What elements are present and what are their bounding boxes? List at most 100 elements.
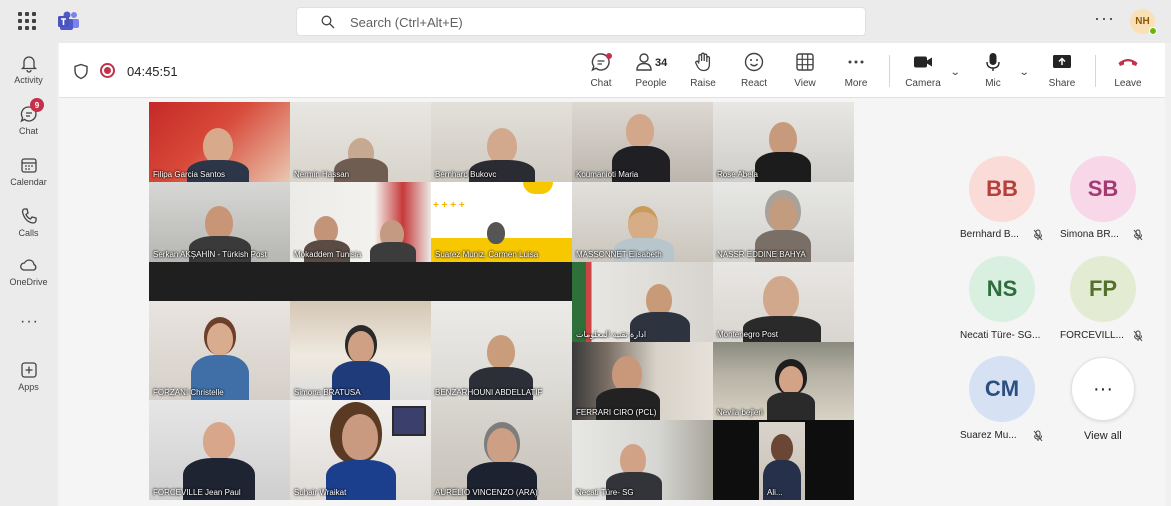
participant-name: BENZARHOUNI ABDELLATIF bbox=[435, 388, 543, 397]
share-button[interactable]: Share bbox=[1047, 51, 1077, 93]
toolbar-divider bbox=[1095, 55, 1096, 87]
video-tile[interactable]: Nevila bejleri bbox=[713, 342, 854, 420]
video-tile[interactable]: Suhair Wraikat bbox=[290, 400, 431, 500]
participant-name: Suarez Muniz, Carmen Luisa bbox=[435, 250, 539, 259]
video-tile[interactable]: MASSONNET Elisabeth bbox=[572, 182, 713, 262]
video-tile[interactable]: Bernhard Bukovc bbox=[431, 102, 572, 182]
video-tile[interactable]: Simona BRATUSA bbox=[290, 301, 431, 400]
mic-button[interactable]: Mic bbox=[981, 51, 1005, 93]
participant-count: 34 bbox=[655, 57, 668, 69]
participant-name: NASSR EDDINE BAHYA bbox=[717, 250, 806, 259]
phone-icon bbox=[21, 208, 37, 224]
video-tile[interactable]: Filipa Garcia Santos bbox=[149, 102, 290, 182]
microphone-icon bbox=[986, 53, 1000, 71]
video-tile[interactable]: Serkan AKŞAHİN - Türkish Post bbox=[149, 182, 290, 262]
rail-item-calls[interactable]: Calls bbox=[0, 200, 57, 246]
participant-name: FERRARI CIRO (PCL) bbox=[576, 408, 657, 417]
video-tile[interactable]: BENZARHOUNI ABDELLATIF bbox=[431, 301, 572, 400]
leave-button[interactable]: Leave bbox=[1112, 51, 1144, 93]
plus-square-icon bbox=[20, 362, 37, 378]
tile-spacer bbox=[149, 262, 290, 302]
cloud-icon bbox=[19, 259, 36, 271]
video-tile[interactable]: Mokaddem Tunisia bbox=[290, 182, 431, 262]
search-placeholder: Search (Ctrl+Alt+E) bbox=[350, 15, 463, 30]
chat-button[interactable]: Chat bbox=[586, 51, 616, 93]
react-button[interactable]: React bbox=[738, 51, 770, 93]
participant-name: Nermin Hassan bbox=[294, 170, 350, 179]
meeting-timer: 04:45:51 bbox=[127, 64, 178, 79]
video-tile[interactable]: ادارة تقنية المعلومات bbox=[572, 262, 713, 342]
mic-off-icon bbox=[1133, 229, 1143, 241]
video-gallery: Filipa Garcia Santos Nermin Hassan Bernh… bbox=[149, 102, 854, 500]
title-bar: Search (Ctrl+Alt+E) ··· NH bbox=[0, 0, 1171, 43]
video-tile[interactable]: Koumanioti Maria bbox=[572, 102, 713, 182]
mic-button-label: Mic bbox=[985, 78, 1001, 89]
rail-item-label: Apps bbox=[18, 382, 39, 392]
shield-icon[interactable] bbox=[73, 63, 89, 80]
rail-item-activity[interactable]: Activity bbox=[0, 47, 57, 93]
camera-button[interactable]: Camera bbox=[904, 51, 942, 93]
search-icon bbox=[321, 15, 335, 29]
rail-item-apps[interactable]: Apps bbox=[0, 354, 57, 400]
avatar[interactable]: NS bbox=[969, 256, 1035, 322]
participant-name: Serkan AKŞAHİN - Türkish Post bbox=[153, 250, 267, 259]
camera-options-chevron-down-icon[interactable]: ⌄ bbox=[950, 67, 961, 78]
video-tile[interactable]: FORCEVILLE Jean Paul bbox=[149, 400, 290, 500]
raise-button-label: Raise bbox=[690, 78, 716, 89]
view-all-button[interactable]: ··· bbox=[1071, 357, 1135, 421]
view-button[interactable]: View bbox=[791, 51, 819, 93]
avatar[interactable]: BB bbox=[969, 156, 1035, 222]
rail-item-chat[interactable]: 9 Chat bbox=[0, 98, 57, 144]
participant-name: Necati Türe- SG bbox=[576, 488, 634, 497]
bell-icon bbox=[20, 56, 37, 73]
presence-status-icon bbox=[1149, 27, 1157, 35]
calendar-icon bbox=[20, 158, 37, 173]
video-tile[interactable]: Necati Türe- SG bbox=[572, 420, 713, 500]
view-all-label[interactable]: View all bbox=[1084, 430, 1122, 442]
avatar[interactable]: SB bbox=[1070, 156, 1136, 222]
grid-view-icon bbox=[796, 53, 814, 71]
participant-name: AURELIO VINCENZO (ARA) bbox=[435, 488, 538, 497]
mic-off-icon bbox=[1133, 330, 1143, 342]
people-button[interactable]: 34 People bbox=[633, 51, 669, 93]
teams-logo-icon bbox=[58, 11, 79, 30]
video-tile[interactable]: Ali... bbox=[713, 420, 854, 500]
mic-options-chevron-down-icon[interactable]: ⌄ bbox=[1019, 67, 1030, 78]
participant-name: Bernhard Bukovc bbox=[435, 170, 497, 179]
participant-name: Rose Abela bbox=[717, 170, 758, 179]
more-horizontal-icon bbox=[848, 60, 864, 64]
more-options-icon[interactable]: ··· bbox=[1094, 8, 1115, 29]
search-input[interactable]: Search (Ctrl+Alt+E) bbox=[296, 7, 866, 36]
video-tile[interactable]: Nermin Hassan bbox=[290, 102, 431, 182]
rail-item-label: Chat bbox=[18, 126, 38, 136]
more-apps-icon[interactable]: ··· bbox=[20, 313, 39, 331]
video-tile[interactable]: NASSR EDDINE BAHYA bbox=[713, 182, 854, 262]
participant-name: Suhair Wraikat bbox=[294, 488, 347, 497]
video-tile[interactable]: FERRARI CIRO (PCL) bbox=[572, 342, 713, 420]
mic-off-icon bbox=[1033, 430, 1043, 442]
avatar[interactable]: CM bbox=[969, 356, 1035, 422]
raise-hand-icon bbox=[695, 52, 711, 72]
mic-off-icon bbox=[1033, 229, 1043, 241]
participant-name: Koumanioti Maria bbox=[576, 170, 639, 179]
video-tile[interactable]: Montenegro Post bbox=[713, 262, 854, 342]
video-tile[interactable]: AURELIO VINCENZO (ARA) bbox=[431, 400, 572, 500]
app-launcher-icon[interactable] bbox=[18, 12, 36, 30]
rail-item-label: Calendar bbox=[10, 177, 47, 187]
raise-hand-button[interactable]: Raise bbox=[687, 51, 719, 93]
rail-item-onedrive[interactable]: OneDrive bbox=[0, 249, 57, 295]
rail-item-calendar[interactable]: Calendar bbox=[0, 149, 57, 195]
avatar[interactable]: FP bbox=[1070, 256, 1136, 322]
video-tile[interactable]: + + + + Suarez Muniz, Carmen Luisa bbox=[431, 182, 572, 262]
meeting-toolbar: 04:45:51 Chat 34 People Raise React View… bbox=[59, 43, 1165, 98]
share-button-label: Share bbox=[1048, 78, 1076, 89]
camera-button-label: Camera bbox=[905, 78, 941, 89]
more-button[interactable]: More bbox=[841, 51, 871, 93]
participant-name: FORZANI Christelle bbox=[153, 388, 224, 397]
more-button-label: More bbox=[844, 78, 868, 89]
rail-item-label: Calls bbox=[18, 228, 39, 238]
recording-icon bbox=[100, 63, 115, 78]
video-tile[interactable]: FORZANI Christelle bbox=[149, 301, 290, 400]
participant-name: Mokaddem Tunisia bbox=[294, 250, 362, 259]
video-tile[interactable]: Rose Abela bbox=[713, 102, 854, 182]
